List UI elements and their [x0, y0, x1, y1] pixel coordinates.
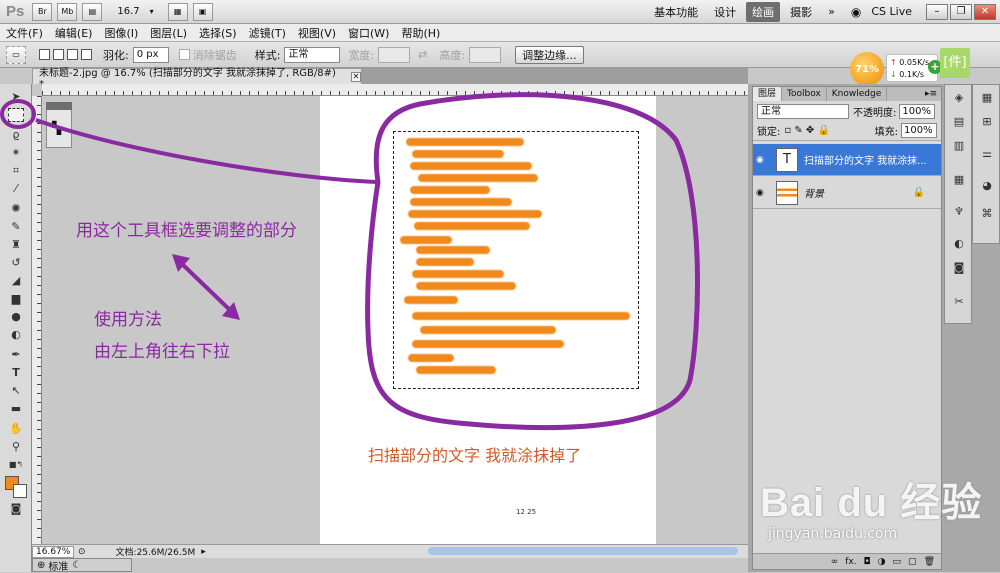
- sliders-icon[interactable]: ⚌: [979, 147, 995, 161]
- fill-label: 填充:: [874, 127, 898, 138]
- opacity-label: 不透明度:: [853, 107, 897, 119]
- channels-icon[interactable]: ▤: [951, 115, 967, 129]
- ime-icon[interactable]: ⊕: [37, 560, 45, 571]
- layer-thumbnail: [776, 180, 798, 205]
- blend-mode-select[interactable]: 正常: [757, 103, 849, 119]
- status-arrow-icon[interactable]: ▸: [201, 547, 206, 557]
- tab-toolbox[interactable]: Toolbox: [782, 87, 827, 101]
- horizontal-scrollbar[interactable]: [428, 547, 738, 555]
- paths-icon[interactable]: ▥: [951, 139, 967, 153]
- tool-instruction-note: 用这个工具框选要调整的部分: [76, 221, 297, 241]
- lock-label: 锁定:: [757, 127, 781, 138]
- transform-icon[interactable]: ⌘: [979, 207, 995, 221]
- layer-row-background[interactable]: ◉ 背景 🔒: [753, 177, 941, 209]
- layers-icon[interactable]: ◈: [951, 91, 967, 105]
- blend-row: 正常 不透明度: 100%: [753, 101, 941, 121]
- layer-row-text[interactable]: ◉ T 扫描部分的文字 我就涂抹...: [753, 144, 941, 176]
- fill-input[interactable]: 100%: [901, 123, 937, 138]
- lock-icons[interactable]: ▫ ✎ ✥ 🔒: [784, 125, 830, 136]
- adjustments-icon[interactable]: ▦: [979, 91, 995, 105]
- panel-icon-strip: ◈ ▤ ▥ ▦ ♆ ◐ ◙ ✂: [944, 84, 972, 324]
- tab-layers[interactable]: 图层: [753, 87, 783, 101]
- status-zoom[interactable]: 16.67%: [32, 545, 74, 558]
- color-icon[interactable]: ◕: [979, 179, 995, 193]
- clone-source-icon[interactable]: ◐: [951, 237, 967, 251]
- method-line-2: 由左上角往右下拉: [94, 342, 230, 362]
- info-icon[interactable]: ⊞: [979, 115, 995, 129]
- status-menu-icon[interactable]: ⊙: [78, 547, 86, 557]
- brushes-icon[interactable]: ♆: [951, 205, 967, 219]
- camera-icon[interactable]: ◙: [951, 261, 967, 275]
- history-icon[interactable]: ▦: [951, 173, 967, 187]
- lock-icon: 🔒: [912, 187, 925, 198]
- opacity-input[interactable]: 100%: [899, 103, 936, 119]
- panel-menu-icon[interactable]: ▸≡: [925, 89, 937, 99]
- ime-mode[interactable]: 标准: [48, 558, 68, 573]
- baidu-watermark: Bai du 经验 jingyan.baidu.com: [760, 466, 1000, 572]
- eye-icon[interactable]: ◉: [756, 155, 770, 165]
- watermark-url: jingyan.baidu.com: [768, 526, 898, 542]
- tab-knowledge[interactable]: Knowledge: [827, 87, 888, 101]
- watermark-logo: Bai du 经验: [760, 481, 983, 525]
- layer-name[interactable]: 背景: [804, 185, 824, 200]
- panel-tabs: 图层 Toolbox Knowledge ▸≡: [753, 87, 941, 101]
- taskbar-ime: ⊕ 标准 ☾: [32, 558, 132, 573]
- layer-thumbnail: T: [776, 147, 798, 172]
- method-line-1: 使用方法: [94, 310, 162, 330]
- document-size: 文档:25.6M/26.5M: [115, 548, 196, 558]
- tools-icon[interactable]: ✂: [951, 295, 967, 309]
- lock-row: 锁定: ▫ ✎ ✥ 🔒 填充: 100%: [753, 121, 941, 141]
- tool-highlight-circle: [0, 99, 36, 129]
- method-note: 使用方法 由左上角往右下拉: [94, 304, 230, 368]
- moon-icon[interactable]: ☾: [72, 560, 81, 571]
- eye-icon[interactable]: ◉: [756, 188, 770, 198]
- selection-loop: [365, 92, 701, 430]
- scan-note: 扫描部分的文字 我就涂抹掉了: [368, 446, 582, 465]
- panel-icon-strip-2: ▦ ⊞ ⚌ ◕ ⌘: [972, 84, 1000, 244]
- layer-name[interactable]: 扫描部分的文字 我就涂抹...: [804, 152, 927, 167]
- pointer-line: [35, 118, 379, 184]
